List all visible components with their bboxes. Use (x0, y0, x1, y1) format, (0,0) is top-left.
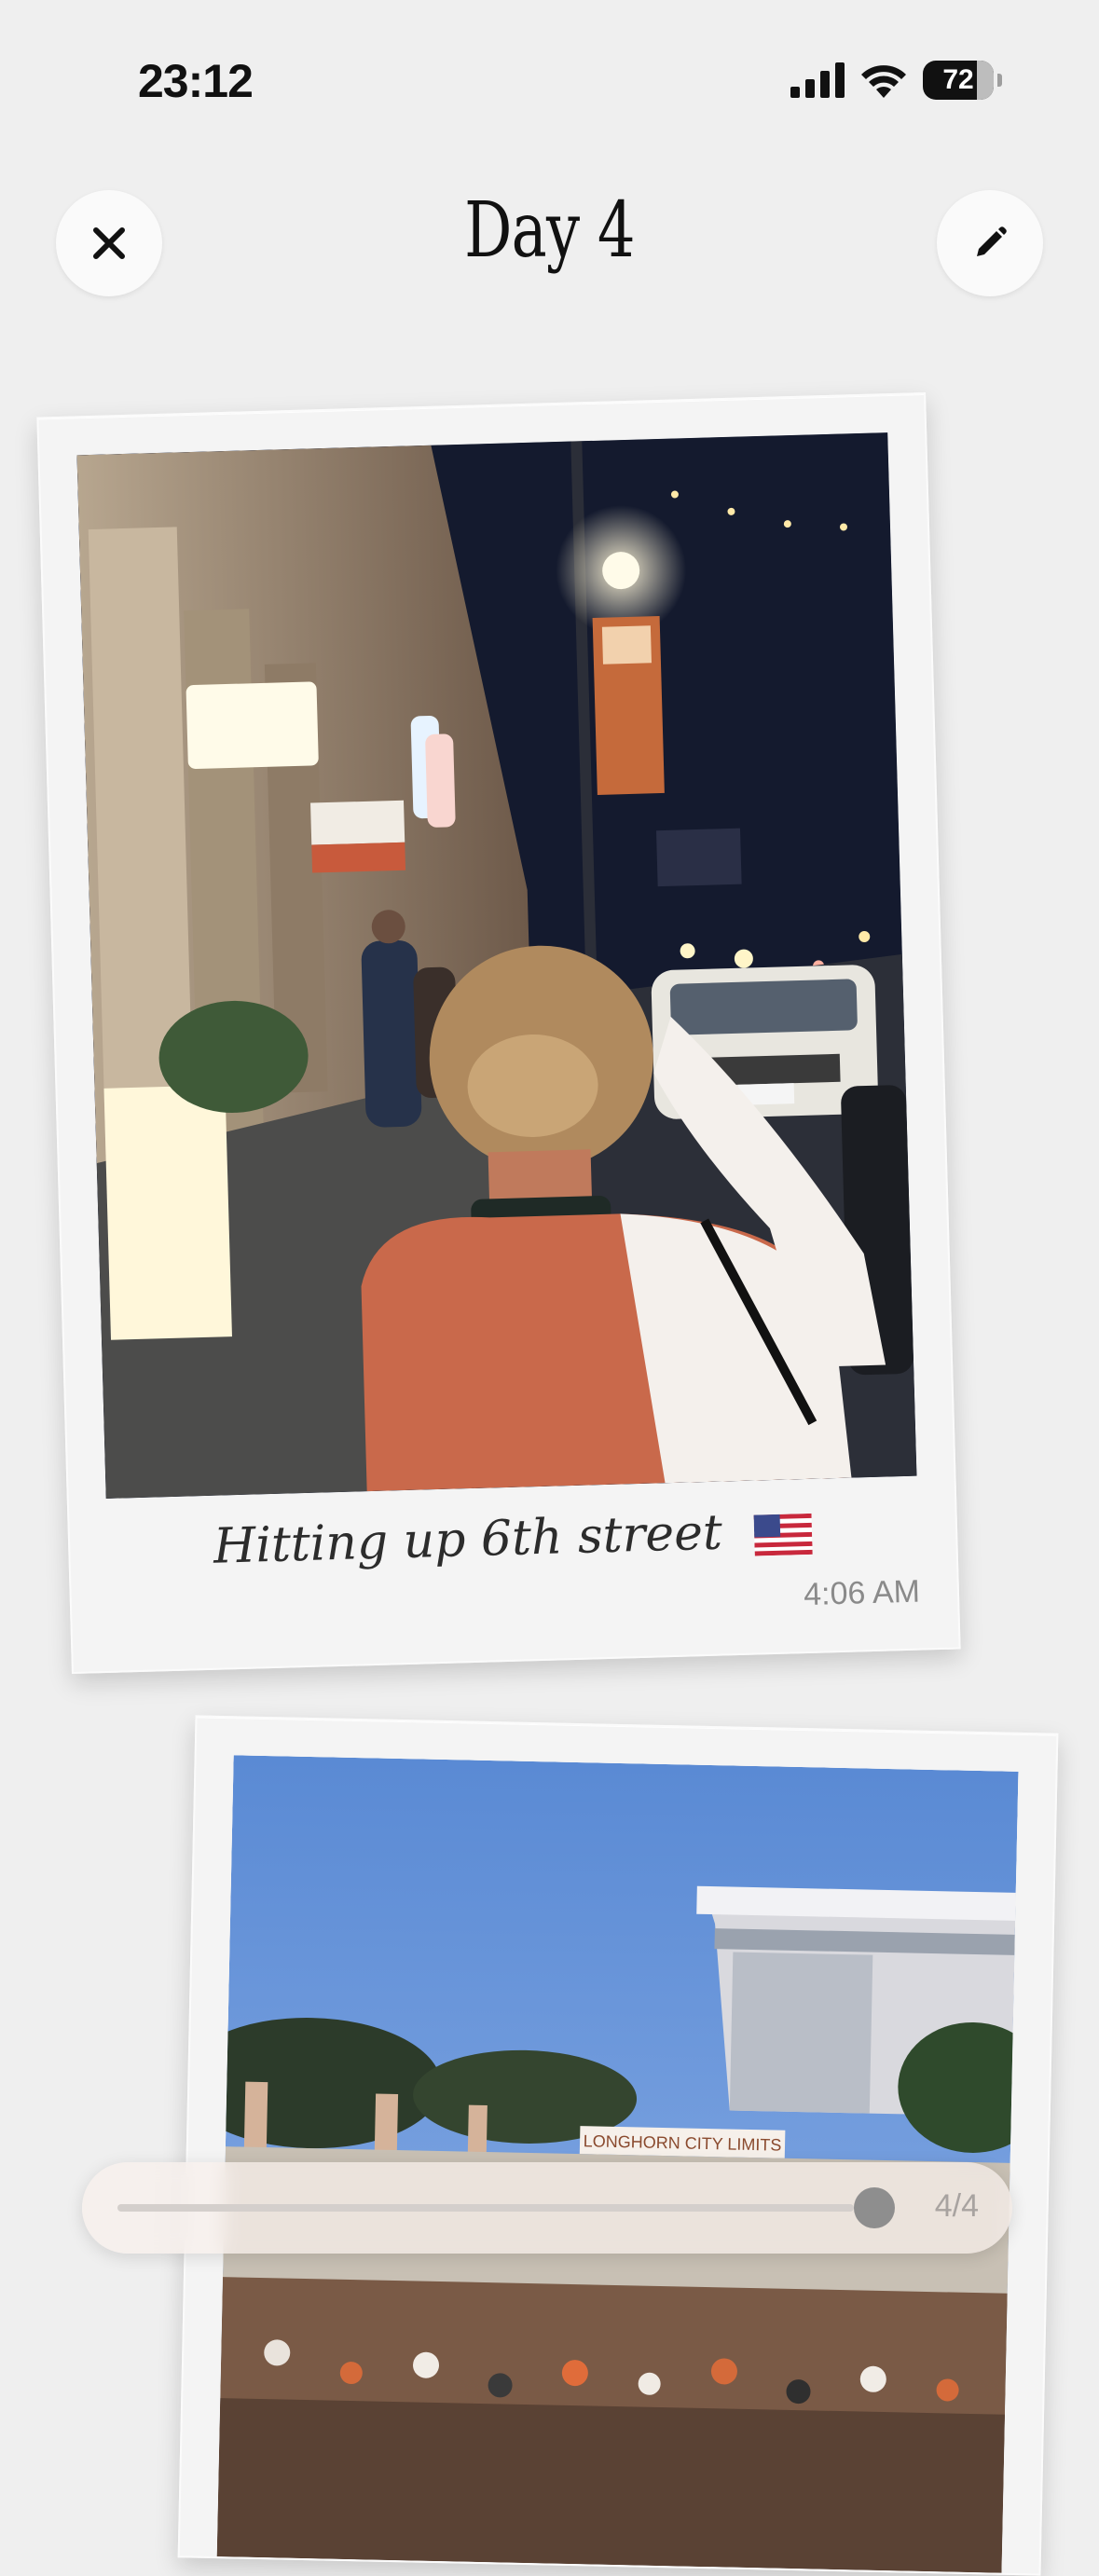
entry-caption: Hitting up 6th street (69, 1499, 955, 1580)
battery-level: 72 (942, 64, 974, 95)
scrubber-thumb[interactable] (854, 2187, 895, 2228)
status-icons: 72 (790, 58, 1002, 103)
caption-text: Hitting up 6th street (213, 1504, 723, 1575)
photo-card[interactable]: Hitting up 6th street 4:06 AM (36, 391, 961, 1675)
us-flag-emoji (753, 1513, 813, 1556)
day-scrubber[interactable]: 4/4 (82, 2162, 1012, 2254)
edit-button[interactable] (937, 190, 1043, 296)
photo-card[interactable]: LONGHORN CITY LIMITS (177, 1715, 1059, 2576)
page-title: Day 4 (464, 186, 635, 275)
page-counter: 4/4 (934, 2188, 979, 2224)
status-time: 23:12 (138, 55, 254, 107)
battery-nub (997, 74, 1002, 87)
entry-time: 4:06 AM (803, 1573, 921, 1613)
scrubber-track[interactable] (117, 2187, 895, 2228)
battery-icon: 72 (923, 61, 994, 100)
pencil-icon (977, 226, 1007, 256)
wifi-icon (861, 65, 906, 98)
signal-icon (790, 62, 845, 98)
night-street-photo (76, 432, 917, 1499)
entry-photo[interactable] (76, 432, 917, 1499)
